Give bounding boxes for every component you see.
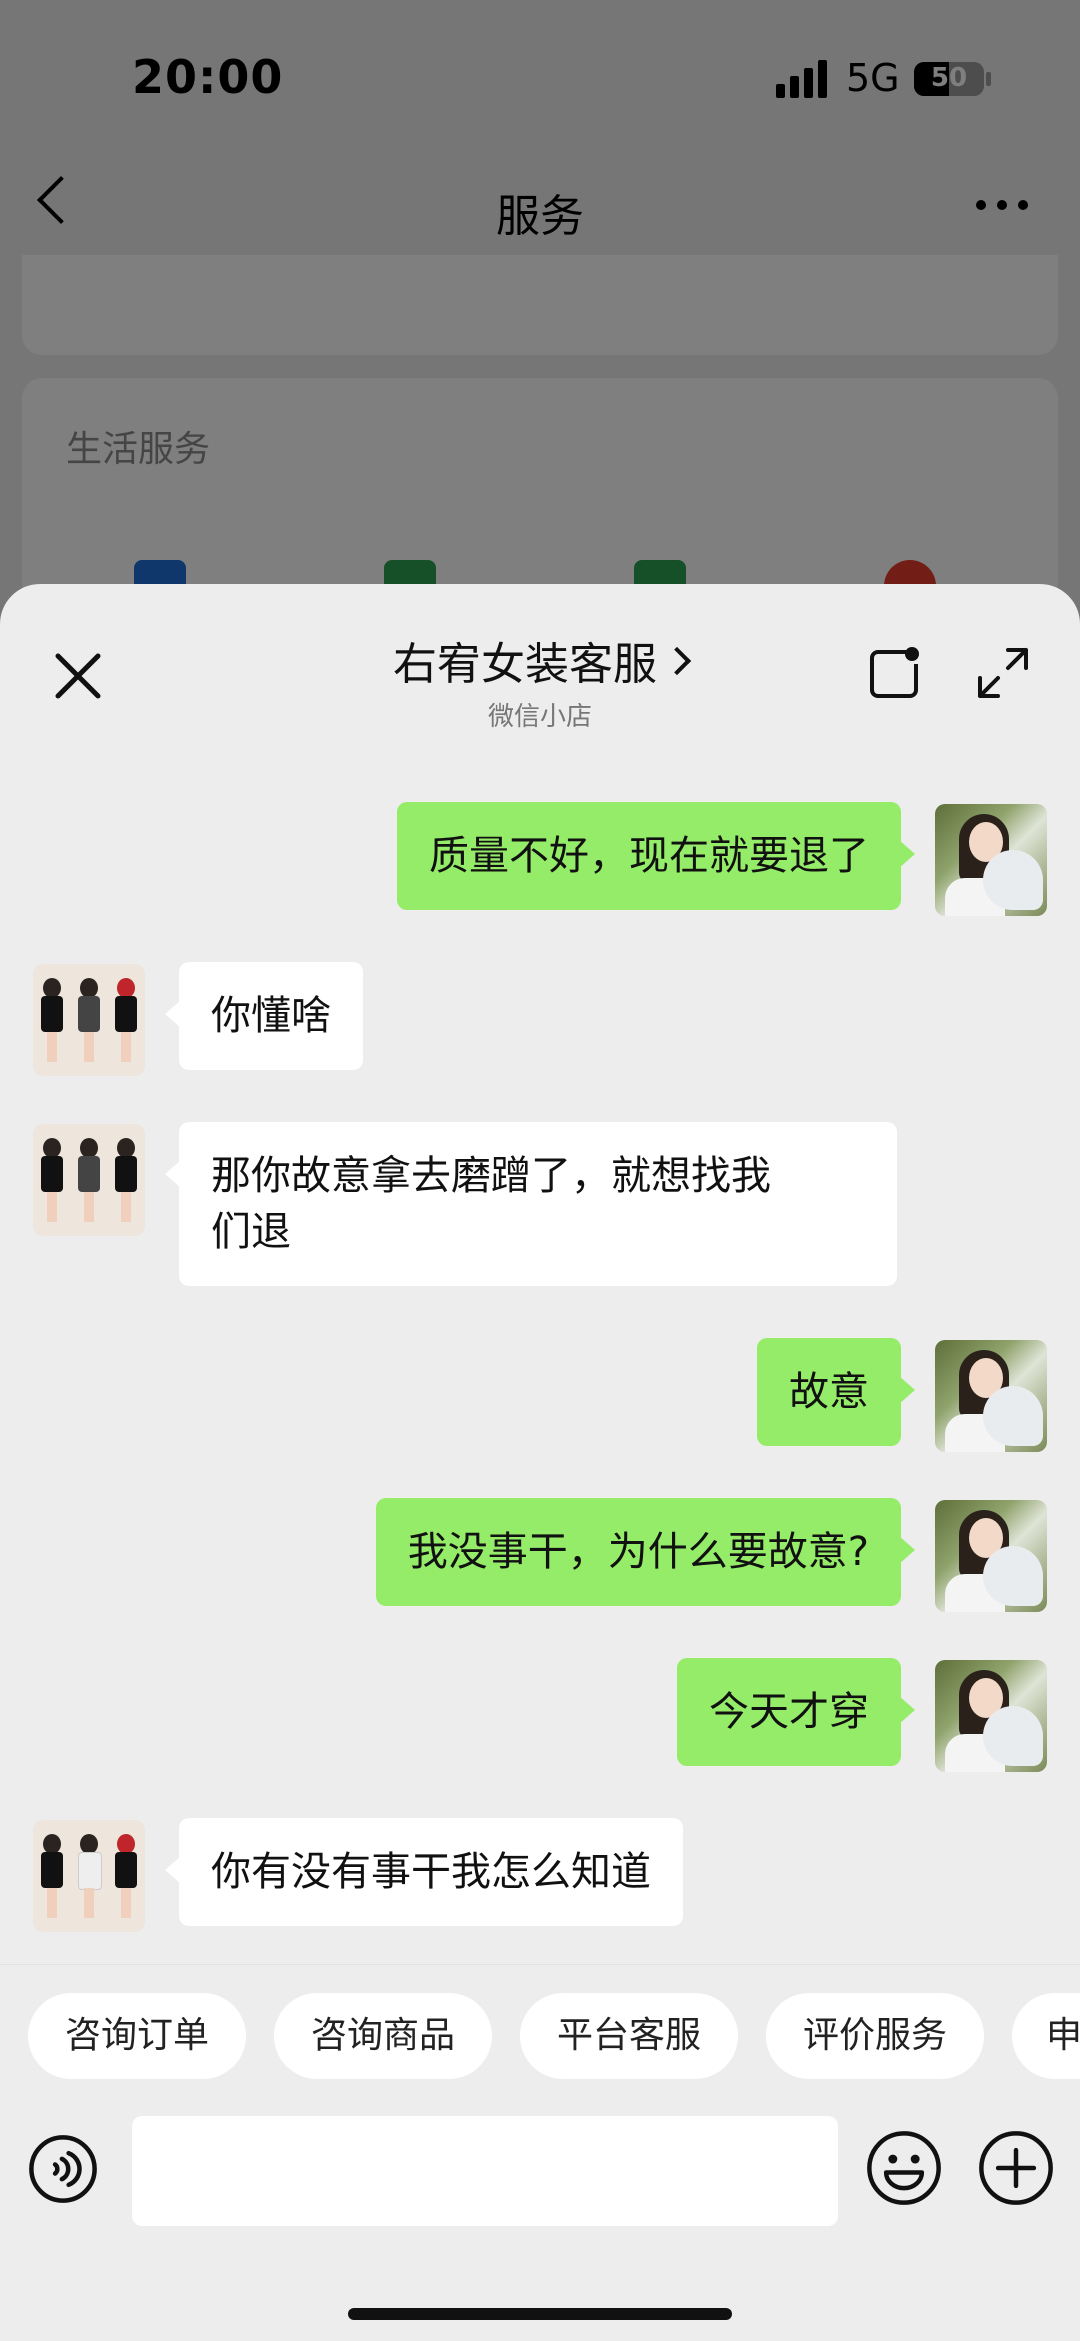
my-avatar[interactable]	[935, 804, 1047, 916]
shop-avatar[interactable]	[33, 1820, 145, 1932]
share-icon[interactable]	[866, 644, 924, 702]
my-avatar[interactable]	[935, 1500, 1047, 1612]
message-bubble-sent[interactable]: 我没事干，为什么要故意?	[375, 1498, 916, 1606]
quick-reply-chip[interactable]: 申	[1012, 1993, 1080, 2079]
chat-sheet: 右宥女装客服 微信小店 质量不好，现在就要退了 你懂啥 那你故意拿去磨蹭了，就想…	[0, 584, 1080, 2341]
expand-icon[interactable]	[974, 644, 1032, 702]
emoji-icon[interactable]	[866, 2130, 942, 2206]
quick-reply-chip[interactable]: 咨询商品	[274, 1993, 492, 2079]
shop-avatar[interactable]	[33, 1124, 145, 1236]
my-avatar[interactable]	[935, 1340, 1047, 1452]
message-bubble-sent[interactable]: 故意	[757, 1338, 915, 1446]
message-bubble-received[interactable]: 你有没有事干我怎么知道	[165, 1818, 683, 1926]
chevron-right-icon	[662, 646, 692, 676]
quick-reply-bar: 咨询订单 咨询商品 平台客服 评价服务 申	[0, 1964, 1080, 2097]
message-bubble-received[interactable]: 你懂啥	[165, 962, 363, 1070]
message-bubble-received[interactable]: 那你故意拿去磨蹭了，就想找我 们退	[165, 1122, 897, 1286]
quick-reply-chip[interactable]: 平台客服	[520, 1993, 738, 2079]
voice-icon[interactable]	[28, 2134, 98, 2204]
message-input[interactable]	[132, 2116, 838, 2226]
chat-title[interactable]: 右宥女装客服	[393, 628, 657, 692]
message-bubble-sent[interactable]: 质量不好，现在就要退了	[397, 802, 915, 910]
shop-avatar[interactable]	[33, 964, 145, 1076]
message-bubble-sent[interactable]: 今天才穿	[677, 1658, 915, 1766]
quick-reply-chip[interactable]: 咨询订单	[28, 1993, 246, 2079]
my-avatar[interactable]	[935, 1660, 1047, 1772]
quick-reply-chip[interactable]: 评价服务	[766, 1993, 984, 2079]
home-indicator[interactable]	[348, 2308, 732, 2320]
plus-icon[interactable]	[978, 2130, 1054, 2206]
